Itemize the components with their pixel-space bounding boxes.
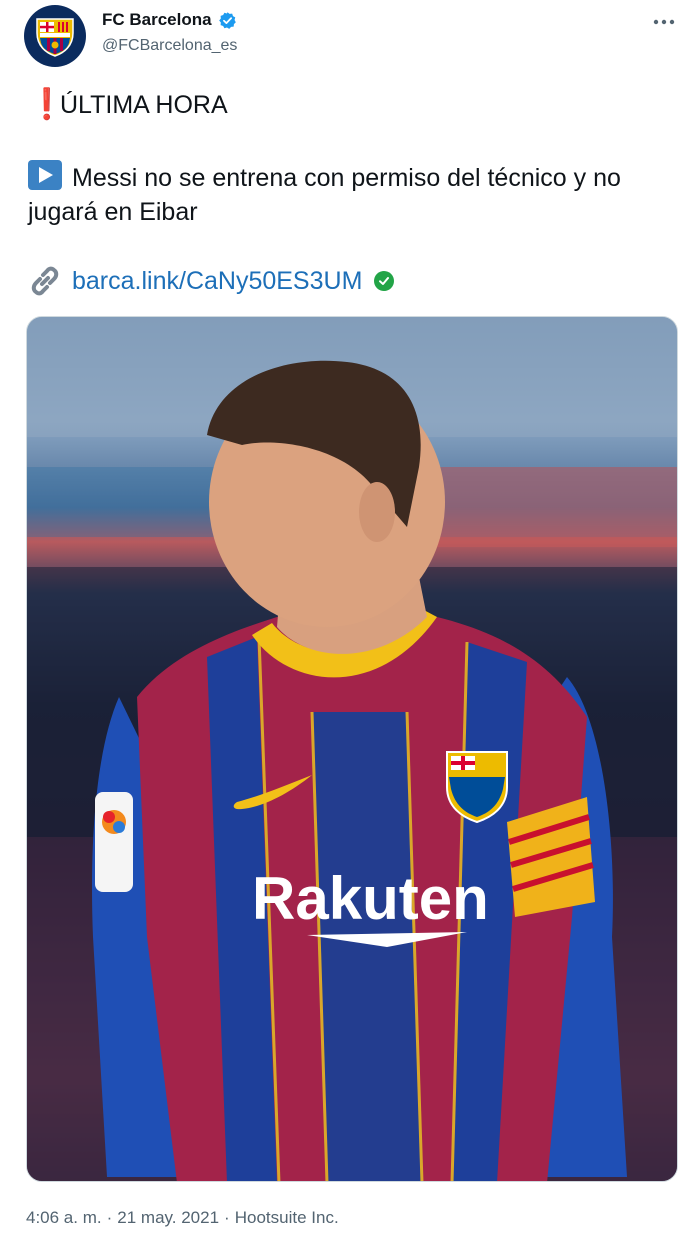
tweet-line-news: Messi no se entrena con permiso del técn… — [28, 160, 678, 229]
link-icon — [31, 266, 59, 296]
player-photo-illustration: Rakuten — [27, 317, 677, 1181]
meta-separator: · — [224, 1208, 230, 1227]
news-text: Messi no se entrena con permiso del técn… — [28, 164, 621, 226]
more-options-icon[interactable] — [650, 8, 678, 36]
jersey-sponsor-text: Rakuten — [252, 865, 489, 932]
tweet-link-row: barca.link/CaNy50ES3UM — [28, 264, 395, 298]
tweet-card: FC Barcelona @FCBarcelona_es ❗ ÚLTIMA HO… — [0, 0, 700, 1243]
tweet-meta: 4:06 a. m. · 21 may. 2021 · Hootsuite In… — [26, 1208, 339, 1228]
tweet-photo[interactable]: Rakuten — [26, 316, 678, 1182]
display-name[interactable]: FC Barcelona — [102, 10, 212, 30]
fc-barcelona-crest-icon — [36, 18, 74, 57]
tweet-source: Hootsuite Inc. — [234, 1208, 339, 1227]
check-mark-icon — [374, 271, 395, 291]
tweet-date[interactable]: 21 may. 2021 — [117, 1208, 219, 1228]
tweet-link[interactable]: barca.link/CaNy50ES3UM — [72, 264, 362, 298]
verified-badge-icon — [218, 11, 236, 29]
author-name-row[interactable]: FC Barcelona — [102, 10, 237, 30]
meta-separator: · — [106, 1208, 113, 1227]
tweet-time[interactable]: 4:06 a. m. — [26, 1208, 102, 1228]
author-handle[interactable]: @FCBarcelona_es — [102, 37, 237, 55]
breaking-text: ÚLTIMA HORA — [60, 91, 228, 119]
avatar[interactable] — [24, 5, 86, 67]
play-button-icon — [28, 160, 62, 190]
tweet-line-breaking: ❗ ÚLTIMA HORA — [28, 88, 228, 122]
exclamation-icon: ❗ — [28, 88, 66, 121]
